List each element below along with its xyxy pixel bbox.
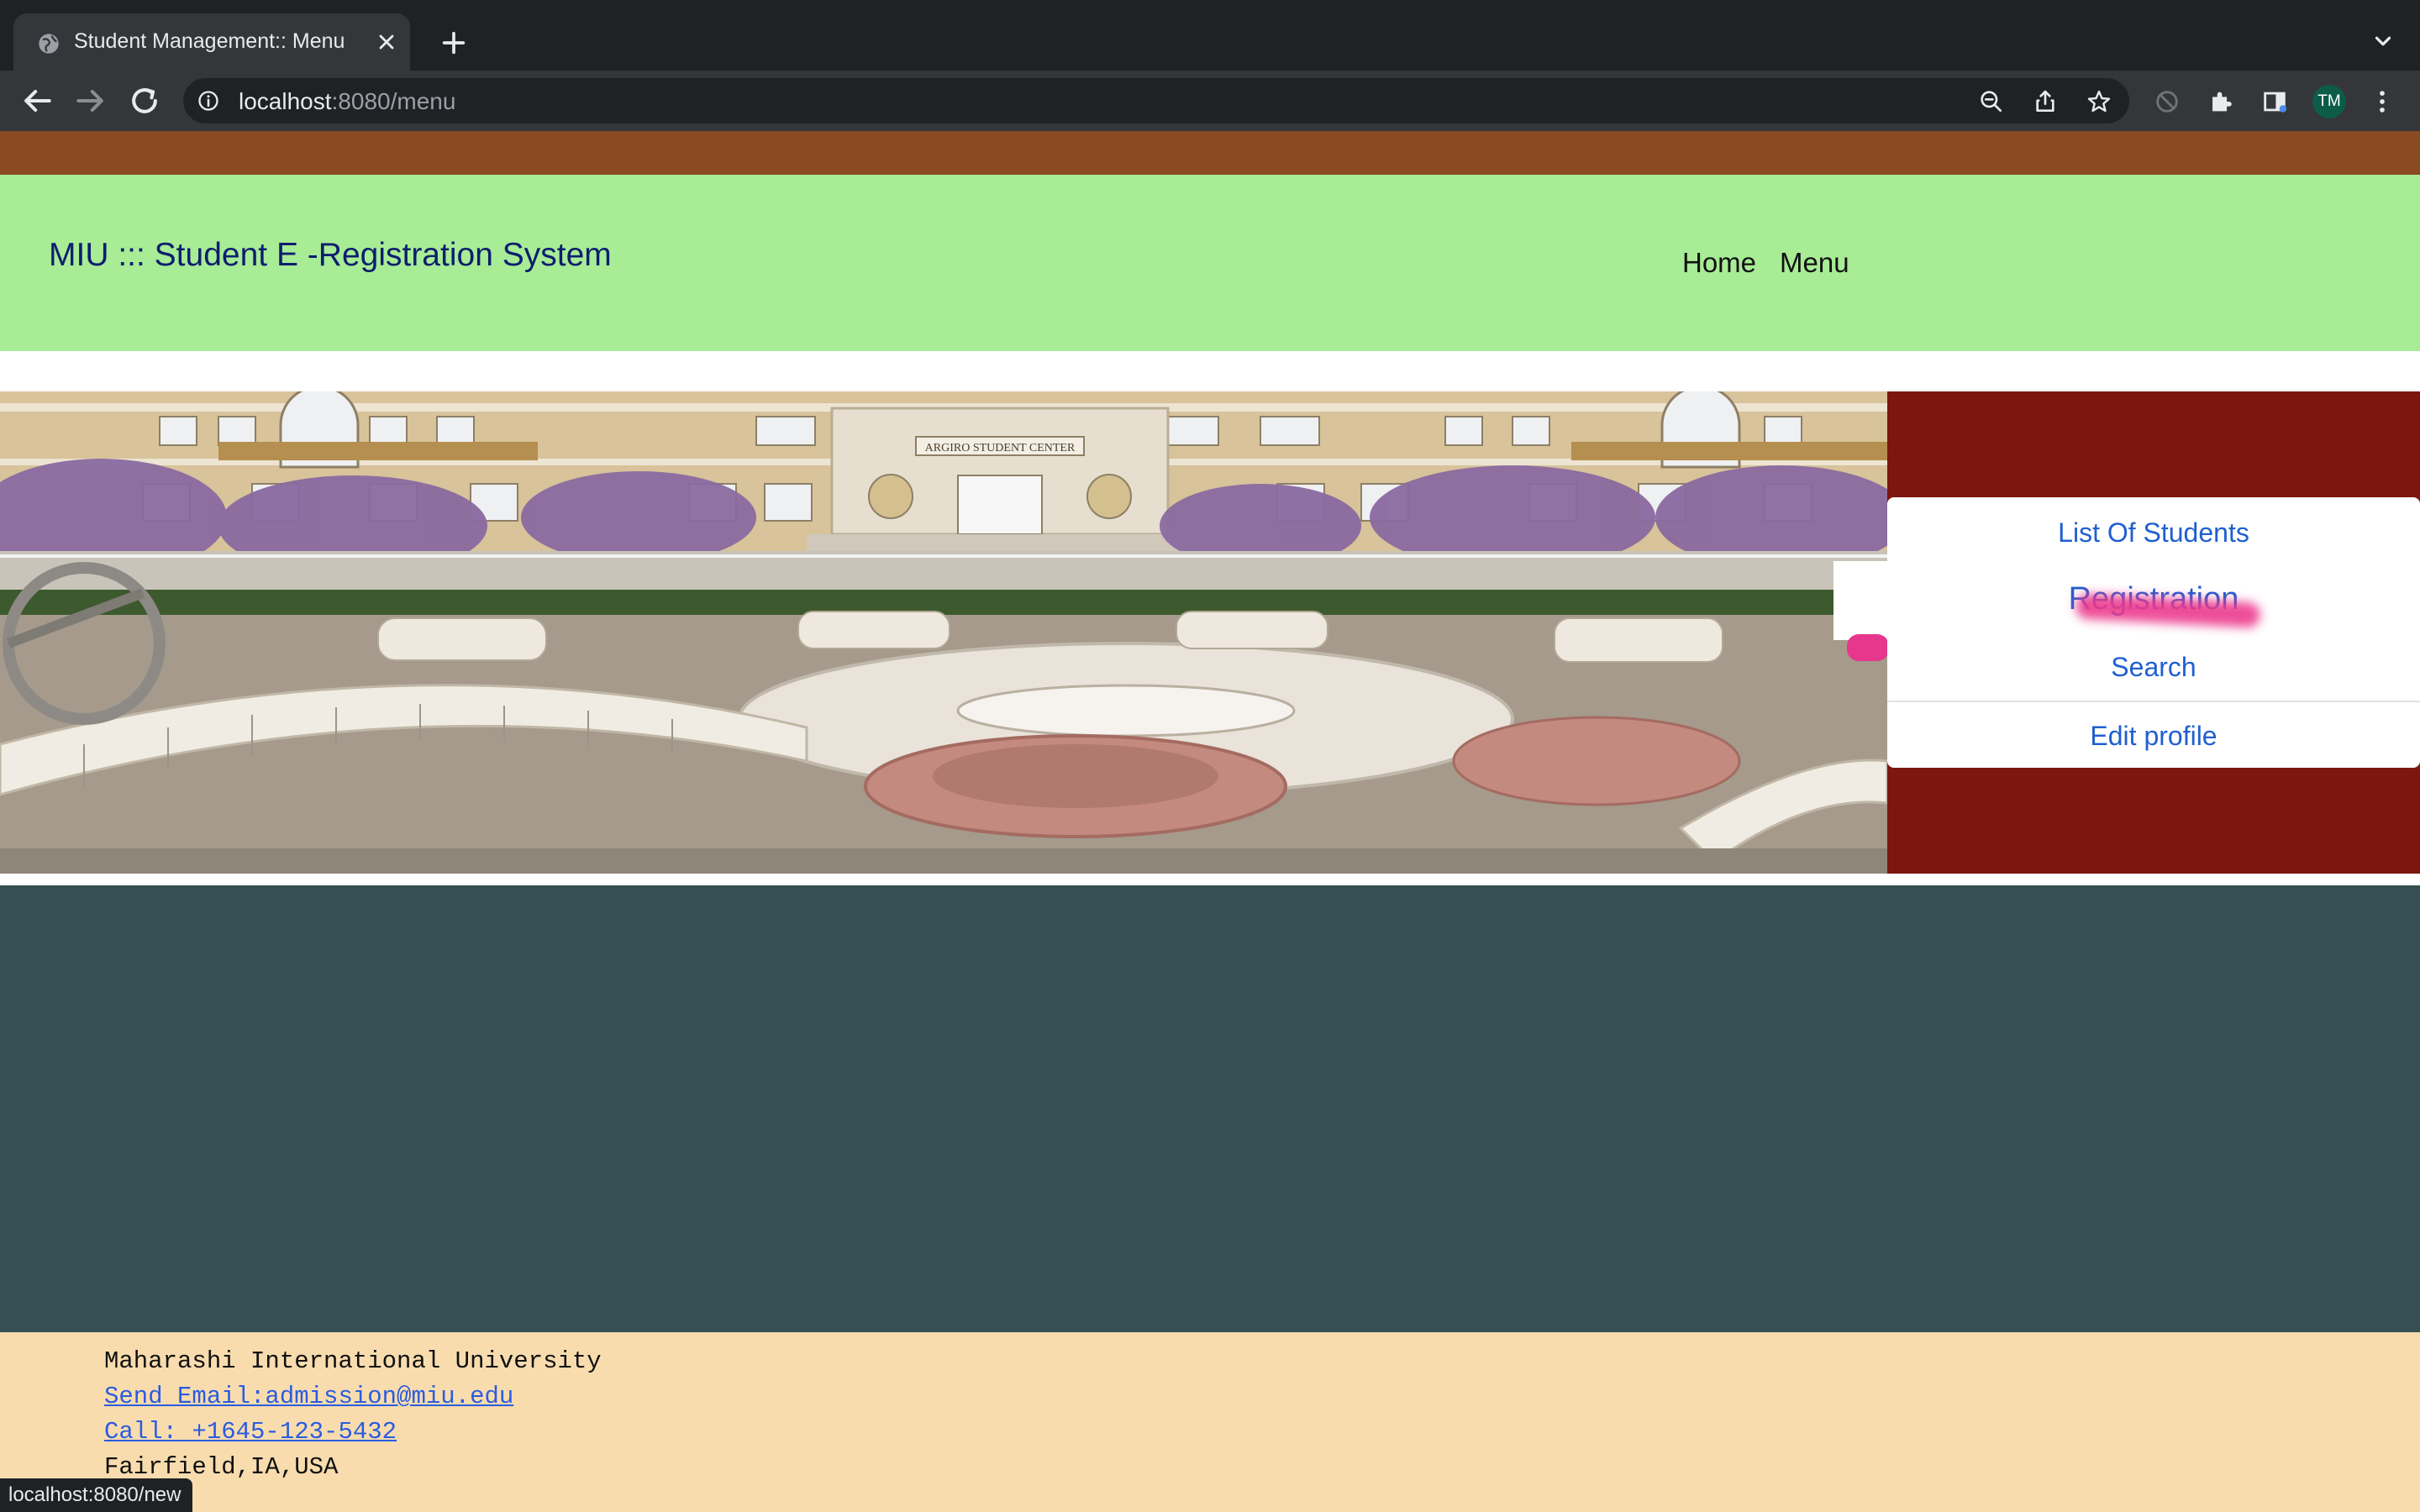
footer-location: Fairfield,IA,USA: [104, 1453, 339, 1481]
chevron-down-icon[interactable]: [2368, 29, 2398, 54]
registration-hover-accent: [1847, 634, 1889, 661]
tab-title: Student Management:: Menu: [74, 29, 345, 53]
nav-menu-link[interactable]: Menu: [1780, 247, 1849, 279]
browser-toolbar: localhost:8080/menu TM: [0, 71, 2420, 131]
menu-edit-profile[interactable]: Edit profile: [1887, 721, 2420, 752]
profile-avatar[interactable]: TM: [2312, 85, 2346, 118]
registration-hover-tab: [1833, 561, 1892, 640]
content-gap: [0, 874, 2420, 885]
star-icon[interactable]: [2086, 88, 2112, 115]
menu-search[interactable]: Search: [1887, 652, 2420, 683]
zoom-icon[interactable]: [1978, 88, 2005, 115]
close-icon[interactable]: [375, 30, 398, 54]
site-brand[interactable]: MIU ::: Student E -Registration System: [49, 237, 612, 274]
status-url-bubble: localhost:8080/new: [0, 1478, 193, 1512]
menu-list-of-students[interactable]: List Of Students: [1887, 517, 2420, 549]
globe-icon: [39, 34, 59, 54]
building-sign: ARGIRO STUDENT CENTER: [925, 442, 1076, 454]
campus-photo: ARGIRO STUDENT CENTER: [0, 391, 1887, 874]
campus-illustration: ARGIRO STUDENT CENTER: [0, 391, 1887, 874]
more-vert-icon[interactable]: [2368, 87, 2396, 116]
footer-email-link[interactable]: Send Email:admission@miu.edu: [104, 1383, 513, 1410]
site-footer: Maharashi International University Send …: [0, 1332, 2420, 1512]
extension-disabled-icon[interactable]: [2153, 87, 2181, 116]
reload-icon[interactable]: [126, 82, 163, 119]
share-icon[interactable]: [2032, 88, 2059, 115]
footer-university: Maharashi International University: [104, 1347, 602, 1375]
puzzle-icon[interactable]: [2207, 87, 2235, 116]
forward-arrow-icon[interactable]: [72, 82, 109, 119]
tab-strip: Student Management:: Menu: [0, 0, 2420, 71]
address-bar[interactable]: localhost:8080/menu: [183, 78, 2129, 123]
url-text[interactable]: localhost:8080/menu: [239, 88, 455, 115]
browser-tab[interactable]: Student Management:: Menu: [13, 13, 410, 71]
top-brown-bar: [0, 131, 2420, 175]
nav-home-link[interactable]: Home: [1682, 247, 1756, 279]
sidebar-menu: List Of Students Registration Search Edi…: [1887, 497, 2420, 768]
new-tab-icon[interactable]: [437, 29, 471, 57]
menu-divider: [1887, 701, 2420, 702]
content-area: [0, 885, 2420, 1332]
side-panel-icon[interactable]: [2260, 87, 2289, 116]
footer-phone-link[interactable]: Call: +1645-123-5432: [104, 1418, 397, 1446]
back-arrow-icon[interactable]: [18, 82, 55, 119]
info-icon[interactable]: [197, 89, 220, 113]
